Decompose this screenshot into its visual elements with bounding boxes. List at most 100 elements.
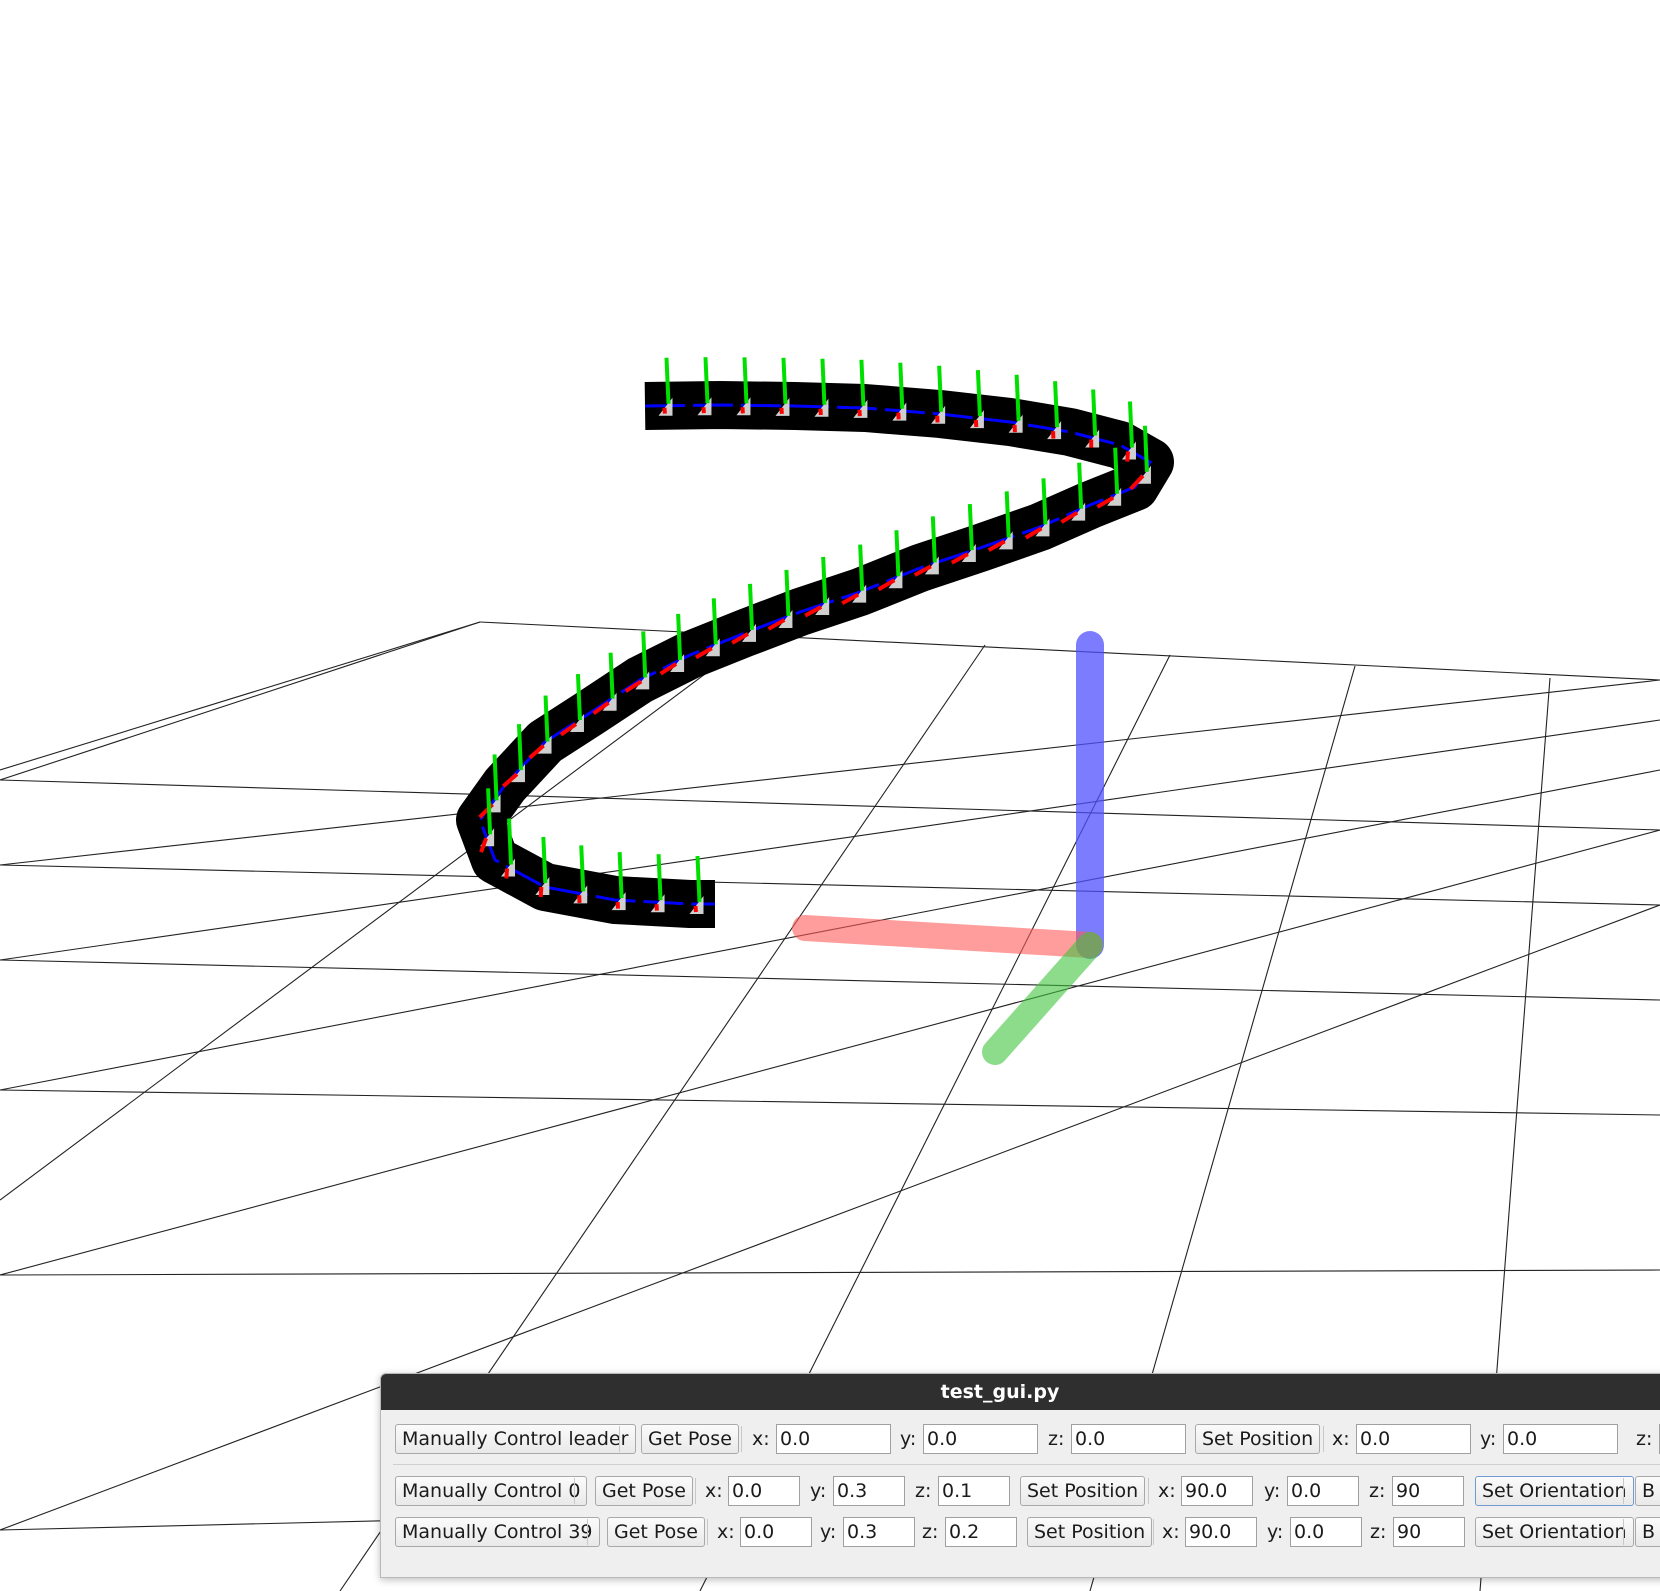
pos-x-field[interactable]: 0.0 bbox=[740, 1517, 812, 1547]
module-y-axis bbox=[676, 613, 683, 661]
module-y-axis bbox=[711, 598, 718, 645]
pos-x-field[interactable]: 0.0 bbox=[728, 1476, 800, 1506]
pos-x-label: x: bbox=[717, 1521, 735, 1543]
module-y-axis bbox=[695, 855, 702, 903]
module-y-axis bbox=[1077, 462, 1084, 509]
module-y-axis bbox=[781, 357, 788, 404]
ori-x-label: x: bbox=[1162, 1521, 1180, 1543]
module-y-axis bbox=[541, 836, 548, 884]
ori-y-label: y: bbox=[1267, 1521, 1284, 1543]
separator bbox=[587, 1519, 588, 1545]
row-divider bbox=[393, 1464, 1660, 1465]
ori-z-label: z: bbox=[1636, 1428, 1653, 1450]
pos-x-label: x: bbox=[752, 1428, 770, 1450]
set-orientation-button[interactable]: Set Orientation bbox=[1475, 1476, 1634, 1506]
module-y-axis bbox=[507, 818, 514, 865]
manually-control-39-button[interactable]: Manually Control 39 bbox=[395, 1517, 600, 1547]
ori-z-label: z: bbox=[1369, 1480, 1386, 1502]
module-y-axis bbox=[937, 365, 944, 412]
x-axis bbox=[792, 915, 1103, 958]
pos-y-label: y: bbox=[900, 1428, 917, 1450]
pos-y-label: y: bbox=[810, 1480, 827, 1502]
module-y-axis bbox=[543, 695, 550, 742]
module-y-axis bbox=[486, 788, 493, 835]
module-y-axis bbox=[858, 544, 865, 591]
module-y-axis bbox=[516, 724, 523, 771]
separator bbox=[574, 1478, 575, 1504]
module-y-axis bbox=[742, 357, 749, 404]
module-y-axis bbox=[898, 362, 905, 409]
set-orientation-button[interactable]: Set Orientation bbox=[1475, 1517, 1634, 1547]
pos-y-field[interactable]: 0.3 bbox=[833, 1476, 905, 1506]
module-y-axis bbox=[608, 652, 615, 699]
pos-z-field[interactable]: 0.2 bbox=[945, 1517, 1017, 1547]
module-x-axis bbox=[504, 868, 510, 879]
module-y-axis bbox=[930, 516, 937, 563]
module-y-axis bbox=[575, 673, 582, 721]
pos-z-label: z: bbox=[1048, 1428, 1065, 1450]
module-y-axis bbox=[820, 358, 827, 405]
extra-button[interactable]: B bbox=[1635, 1517, 1660, 1547]
module-39-row: Manually Control 39 Get Pose x: 0.0 y: 0… bbox=[381, 1515, 1660, 1551]
ori-z-label: z: bbox=[1370, 1521, 1387, 1543]
module-y-axis bbox=[579, 845, 586, 892]
module-y-axis bbox=[1127, 401, 1134, 448]
pos-z-field[interactable]: 0.1 bbox=[938, 1476, 1010, 1506]
module-y-axis bbox=[664, 357, 671, 404]
control-panel-window[interactable]: test_gui.py Manually Control leader Get … bbox=[380, 1373, 1660, 1578]
pos-z-field[interactable]: 0.0 bbox=[1071, 1424, 1186, 1454]
module-y-axis bbox=[1113, 447, 1120, 494]
extra-button[interactable]: B bbox=[1635, 1476, 1660, 1506]
module-y-axis bbox=[747, 583, 754, 630]
pos-x-label: x: bbox=[705, 1480, 723, 1502]
manually-control-leader-button[interactable]: Manually Control leader bbox=[395, 1424, 636, 1454]
set-position-button[interactable]: Set Position bbox=[1020, 1476, 1146, 1506]
module-0-row: Manually Control 0 Get Pose x: 0.0 y: 0.… bbox=[381, 1474, 1660, 1510]
module-y-axis bbox=[894, 530, 901, 577]
separator bbox=[1148, 1478, 1149, 1504]
get-pose-button[interactable]: Get Pose bbox=[607, 1517, 705, 1547]
ori-x-label: x: bbox=[1158, 1480, 1176, 1502]
ori-y-field[interactable]: 0.0 bbox=[1290, 1517, 1362, 1547]
pos-z-label: z: bbox=[922, 1521, 939, 1543]
ori-x-field[interactable]: 90.0 bbox=[1185, 1517, 1257, 1547]
y-axis bbox=[982, 932, 1103, 1065]
module-y-axis bbox=[1142, 425, 1149, 472]
ori-y-label: y: bbox=[1480, 1428, 1497, 1450]
module-y-axis bbox=[1053, 381, 1060, 428]
ori-z-field[interactable]: 90 bbox=[1393, 1517, 1465, 1547]
module-y-axis bbox=[1041, 478, 1048, 525]
separator bbox=[695, 1478, 696, 1504]
separator bbox=[1623, 1478, 1624, 1504]
pos-z-label: z: bbox=[915, 1480, 932, 1502]
ori-y-field[interactable]: 0.0 bbox=[1503, 1424, 1618, 1454]
set-position-button[interactable]: Set Position bbox=[1195, 1424, 1321, 1454]
snake-robot bbox=[456, 357, 1174, 928]
module-y-axis bbox=[967, 503, 974, 551]
world-axes bbox=[792, 631, 1104, 1065]
separator bbox=[1153, 1519, 1154, 1545]
module-y-axis bbox=[492, 754, 499, 801]
ori-x-field[interactable]: 0.0 bbox=[1356, 1424, 1471, 1454]
module-y-axis bbox=[703, 357, 710, 404]
module-y-axis bbox=[1091, 389, 1098, 436]
window-titlebar[interactable]: test_gui.py bbox=[381, 1374, 1660, 1410]
snake-centerline bbox=[478, 403, 1153, 906]
separator bbox=[619, 1426, 620, 1452]
ori-x-field[interactable]: 90.0 bbox=[1181, 1476, 1253, 1506]
pos-y-field[interactable]: 0.3 bbox=[843, 1517, 915, 1547]
separator bbox=[1623, 1519, 1624, 1545]
3d-viewport[interactable] bbox=[0, 0, 1660, 1591]
get-pose-button[interactable]: Get Pose bbox=[595, 1476, 693, 1506]
manually-control-0-button[interactable]: Manually Control 0 bbox=[395, 1476, 588, 1506]
module-y-axis bbox=[641, 631, 648, 678]
ori-y-field[interactable]: 0.0 bbox=[1287, 1476, 1359, 1506]
module-x-axis bbox=[538, 886, 544, 898]
module-y-axis bbox=[975, 370, 982, 417]
ori-z-field[interactable]: 90 bbox=[1392, 1476, 1464, 1506]
set-position-button[interactable]: Set Position bbox=[1027, 1517, 1153, 1547]
pos-y-field[interactable]: 0.0 bbox=[923, 1424, 1038, 1454]
module-y-axis bbox=[656, 854, 663, 901]
get-pose-button[interactable]: Get Pose bbox=[641, 1424, 739, 1454]
pos-x-field[interactable]: 0.0 bbox=[776, 1424, 891, 1454]
